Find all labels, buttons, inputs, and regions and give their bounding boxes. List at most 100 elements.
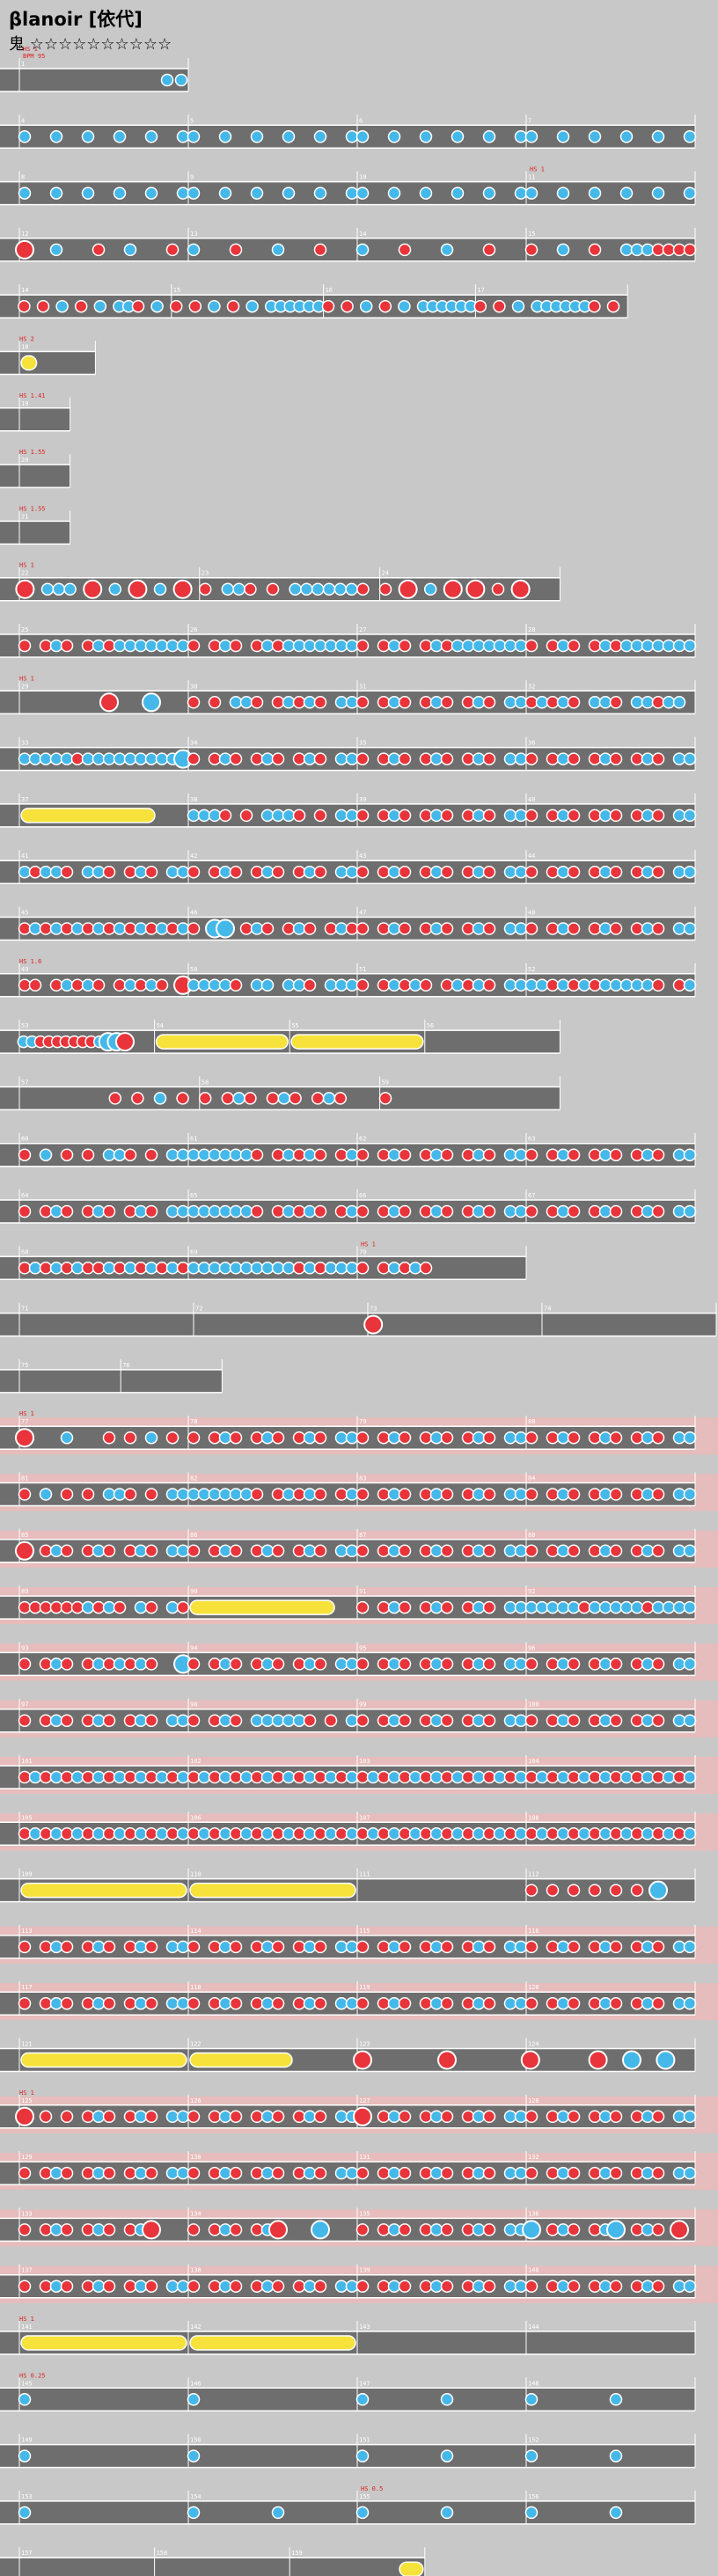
- ka-note: [18, 865, 32, 879]
- don-note: [473, 299, 487, 313]
- measure-number: 33: [21, 740, 28, 747]
- ka-note: [556, 752, 570, 765]
- tempo-marker: HS 1.55: [19, 505, 46, 512]
- ka-note: [672, 1714, 686, 1727]
- ka-note: [334, 1262, 348, 1275]
- measure-number: 95: [359, 1644, 366, 1651]
- measure-number: 134: [190, 2210, 201, 2217]
- ka-note: [588, 130, 602, 143]
- ka-note: [651, 639, 665, 653]
- ka-note: [197, 1148, 211, 1161]
- ka-note: [598, 1204, 612, 1218]
- don-note: [482, 1204, 496, 1218]
- don-note: [440, 1431, 454, 1445]
- ka-note: [630, 243, 644, 257]
- don-note: [630, 1148, 644, 1161]
- ka-note: [556, 243, 570, 257]
- don-note: [651, 1714, 665, 1727]
- ka-note: [472, 809, 486, 823]
- ka-note: [334, 696, 348, 709]
- ka-note: [556, 1148, 570, 1161]
- ka-note: [345, 1262, 359, 1275]
- don-note: [123, 1996, 137, 2010]
- measure-number: 61: [190, 1136, 197, 1143]
- don-note: [356, 582, 370, 596]
- ka-note: [672, 2166, 686, 2180]
- don-note: [398, 1600, 412, 1614]
- ka-note: [493, 1770, 507, 1784]
- don-note: [630, 1827, 644, 1841]
- don-note: [546, 1488, 560, 1501]
- ka-note: [333, 582, 348, 596]
- ka-note: [672, 1488, 686, 1501]
- don-note: [546, 1770, 560, 1784]
- ka-note: [334, 1658, 348, 1671]
- don-note: [250, 2223, 264, 2236]
- don-note: [123, 922, 137, 935]
- ka-note: [260, 865, 275, 879]
- ka-note: [282, 639, 296, 653]
- don-note: [419, 1148, 433, 1161]
- measure-number: 97: [21, 1701, 28, 1709]
- don-note: [588, 1827, 602, 1841]
- ka-note: [49, 1658, 63, 1671]
- don-note: [266, 582, 280, 596]
- ka-note: [165, 1148, 180, 1161]
- don-note: [524, 1431, 538, 1445]
- don-note: [108, 1092, 122, 1105]
- measure-number: 15: [173, 287, 180, 294]
- ka-note: [176, 1204, 190, 1218]
- don-note: [651, 1431, 665, 1445]
- ka-note: [556, 922, 570, 935]
- don-note: [271, 696, 285, 709]
- don-note: [292, 865, 306, 879]
- measure-number: 137: [21, 2267, 33, 2274]
- ka-note: [514, 978, 528, 992]
- don-note: [81, 639, 95, 653]
- don-note: [609, 1827, 623, 1841]
- ka-note: [155, 1827, 169, 1841]
- don-note: [651, 1827, 665, 1841]
- don-note: [208, 1658, 222, 1671]
- big-don-note: [398, 579, 418, 599]
- ka-note: [472, 1431, 486, 1445]
- ka-note: [334, 1544, 348, 1558]
- ka-note: [672, 1544, 686, 1558]
- don-note: [144, 1996, 158, 2010]
- ka-note: [366, 1770, 380, 1784]
- ka-note: [503, 1148, 517, 1161]
- measure-number: 130: [190, 2154, 201, 2161]
- don-note: [546, 1204, 560, 1218]
- don-note: [250, 1996, 264, 2010]
- measure-number: 136: [528, 2210, 539, 2217]
- measure-number: 129: [21, 2154, 33, 2161]
- don-note: [524, 1544, 538, 1558]
- ka-note: [229, 1148, 243, 1161]
- don-note: [250, 865, 264, 879]
- big-don-note: [520, 2050, 540, 2070]
- ka-note: [165, 2280, 180, 2293]
- ka-note: [619, 187, 634, 200]
- ka-note: [334, 2166, 348, 2180]
- ka-note: [672, 865, 686, 879]
- don-note: [440, 1204, 454, 1218]
- big-ka-note: [311, 2220, 330, 2240]
- don-note: [377, 1714, 391, 1727]
- ka-note: [503, 1658, 517, 1671]
- ka-note: [345, 696, 359, 709]
- don-note: [461, 809, 475, 823]
- don-note: [60, 2223, 74, 2236]
- measure-number: 15: [528, 231, 535, 238]
- ka-note: [92, 2110, 106, 2124]
- don-note: [271, 865, 285, 879]
- big-don-note: [128, 579, 148, 599]
- don-note: [229, 2166, 243, 2180]
- ka-note: [165, 1714, 180, 1727]
- don-note: [440, 1544, 454, 1558]
- ka-note: [92, 1658, 106, 1671]
- ka-note: [250, 922, 264, 935]
- ka-note: [165, 865, 180, 879]
- don-note: [630, 1431, 644, 1445]
- don-note: [187, 1940, 201, 1954]
- don-note: [609, 2110, 623, 2124]
